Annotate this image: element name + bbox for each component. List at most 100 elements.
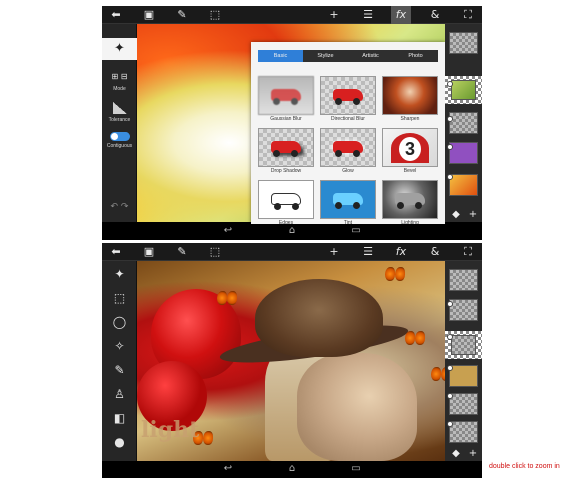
nav-back-icon[interactable]: ↩: [216, 463, 240, 474]
layer-visibility-dot[interactable]: [447, 421, 453, 427]
layer-thumbnail[interactable]: [449, 393, 478, 415]
car-image: [271, 193, 301, 210]
butterfly: [385, 267, 405, 281]
layer-thumbnail[interactable]: [449, 421, 478, 443]
layer-visibility-dot[interactable]: [447, 116, 453, 122]
top-screenshot: ⬅ ▣ ✎ ⬚ + ☰ fx & ⛶ ✦ ⊞ ⊟ Mode Tolerance …: [102, 6, 482, 240]
fit-icon[interactable]: ⛶: [458, 6, 478, 24]
bottom-screenshot: ⬅ ▣ ✎ ⬚ + ☰ fx & ⛶ ✦ ⬚ ◯ ✧ ✎ ♙ ◧ ● light: [102, 243, 482, 478]
nav-recents-icon[interactable]: ▭: [344, 225, 368, 236]
nav-home-icon[interactable]: ⌂: [280, 225, 304, 236]
tolerance-icon[interactable]: [113, 102, 127, 114]
layer-visibility-dot[interactable]: [447, 81, 453, 87]
top-toolbar: ⬅ ▣ ✎ ⬚ + ☰ fx & ⛶: [102, 6, 482, 24]
fx-panel: Basic Stylize Artistic Photo Gaussian Bl…: [251, 42, 445, 232]
fx-lighting[interactable]: Lighting: [382, 180, 438, 227]
fx-bevel[interactable]: 3 Bevel: [382, 128, 438, 175]
layer-visibility-dot[interactable]: [447, 393, 453, 399]
layer-thumbnail[interactable]: [449, 269, 478, 291]
brush-icon[interactable]: ✎: [172, 243, 192, 261]
add-icon[interactable]: +: [324, 243, 344, 261]
layer-visibility-dot[interactable]: [447, 144, 453, 150]
magic-wand-icon[interactable]: ✦: [102, 38, 137, 60]
android-nav-bar: ↩ ⌂ ▭: [102, 462, 482, 478]
background-text: light: [141, 417, 200, 443]
layer-visibility-dot[interactable]: [447, 174, 453, 180]
fx-label: Sharpen: [400, 116, 420, 122]
eraser-icon[interactable]: ◧: [102, 411, 137, 425]
fx-thumbnail: [258, 128, 314, 167]
layer-thumbnail[interactable]: [449, 299, 478, 321]
layers-icon[interactable]: ◆: [448, 209, 464, 220]
layer-thumbnail[interactable]: [449, 32, 478, 54]
layer-thumbnail[interactable]: [449, 112, 478, 134]
adjust-icon[interactable]: ☰: [358, 6, 378, 24]
layers-icon[interactable]: ◆: [448, 448, 464, 459]
add-layer-icon[interactable]: +: [465, 448, 481, 459]
image-canvas[interactable]: Basic Stylize Artistic Photo Gaussian Bl…: [137, 24, 445, 232]
stamp-icon[interactable]: ♙: [102, 387, 137, 401]
layers-panel: ◆ +: [445, 24, 482, 222]
tab-photo[interactable]: Photo: [393, 50, 438, 62]
add-icon[interactable]: +: [324, 6, 344, 24]
blend-icon[interactable]: &: [425, 6, 445, 24]
fx-tint[interactable]: Tint: [320, 180, 376, 227]
android-nav-bar: ↩ ⌂ ▭: [102, 224, 482, 240]
fx-icon[interactable]: fx: [391, 243, 411, 261]
fx-gaussian-blur[interactable]: Gaussian Blur: [258, 76, 314, 123]
tab-stylize[interactable]: Stylize: [303, 50, 348, 62]
fx-thumbnail: [320, 180, 376, 219]
layer-visibility-dot[interactable]: [447, 301, 453, 307]
fx-thumbnail: [382, 76, 438, 115]
select-icon[interactable]: ⬚: [205, 243, 225, 261]
tolerance-label: Tolerance: [108, 117, 131, 123]
fx-directional-blur[interactable]: Directional Blur: [320, 76, 376, 123]
fx-thumbnail: [320, 76, 376, 115]
bevel-number: 3: [399, 137, 421, 161]
fx-label: Drop Shadow: [270, 168, 302, 174]
back-icon[interactable]: ⬅: [106, 243, 126, 261]
add-layer-icon[interactable]: +: [465, 209, 481, 220]
image-canvas[interactable]: light: [137, 261, 451, 461]
tab-basic[interactable]: Basic: [258, 50, 303, 62]
magic-wand-icon[interactable]: ✦: [102, 267, 137, 281]
fx-glow[interactable]: Glow: [320, 128, 376, 175]
select-icon[interactable]: ⬚: [205, 6, 225, 24]
brush-tool-icon[interactable]: ✎: [102, 363, 137, 377]
fx-edges[interactable]: Edges: [258, 180, 314, 227]
layer-thumbnail[interactable]: [449, 174, 478, 196]
tab-artistic[interactable]: Artistic: [348, 50, 393, 62]
marquee-select-icon[interactable]: ⬚: [102, 291, 137, 305]
image-add-icon[interactable]: ▣: [139, 6, 159, 24]
zoom-hint-caption: double click to zoom in: [489, 463, 560, 470]
adjust-icon[interactable]: ☰: [358, 243, 378, 261]
lasso-icon[interactable]: ◯: [102, 315, 137, 329]
fx-label: Gaussian Blur: [270, 116, 302, 122]
fx-sharpen[interactable]: Sharpen: [382, 76, 438, 123]
mode-label: Mode: [113, 86, 126, 92]
mode-icon[interactable]: ⊞ ⊟: [102, 72, 137, 81]
undo-redo-icon[interactable]: ↶ ↷: [102, 202, 137, 212]
nav-back-icon[interactable]: ↩: [216, 225, 240, 236]
layer-thumbnail[interactable]: [449, 365, 478, 387]
fx-drop-shadow[interactable]: Drop Shadow: [258, 128, 314, 175]
blur-drop-icon[interactable]: ●: [102, 435, 137, 449]
contiguous-label: Contiguous: [106, 143, 133, 149]
image-add-icon[interactable]: ▣: [139, 243, 159, 261]
car-image: [333, 89, 363, 105]
layer-visibility-dot[interactable]: [447, 334, 453, 340]
fit-icon[interactable]: ⛶: [458, 243, 478, 261]
face: [297, 353, 417, 461]
fx-icon[interactable]: fx: [391, 6, 411, 24]
layer-visibility-dot[interactable]: [447, 365, 453, 371]
blend-icon[interactable]: &: [425, 243, 445, 261]
contiguous-toggle[interactable]: [110, 132, 130, 141]
nav-recents-icon[interactable]: ▭: [344, 463, 368, 474]
nav-home-icon[interactable]: ⌂: [280, 463, 304, 474]
brush-icon[interactable]: ✎: [172, 6, 192, 24]
back-icon[interactable]: ⬅: [106, 6, 126, 24]
fx-thumbnail: [258, 76, 314, 115]
left-tool-panel: ✦ ⊞ ⊟ Mode Tolerance Contiguous ↶ ↷: [102, 24, 137, 222]
layer-thumbnail[interactable]: [449, 142, 478, 164]
quick-select-icon[interactable]: ✧: [102, 339, 137, 353]
